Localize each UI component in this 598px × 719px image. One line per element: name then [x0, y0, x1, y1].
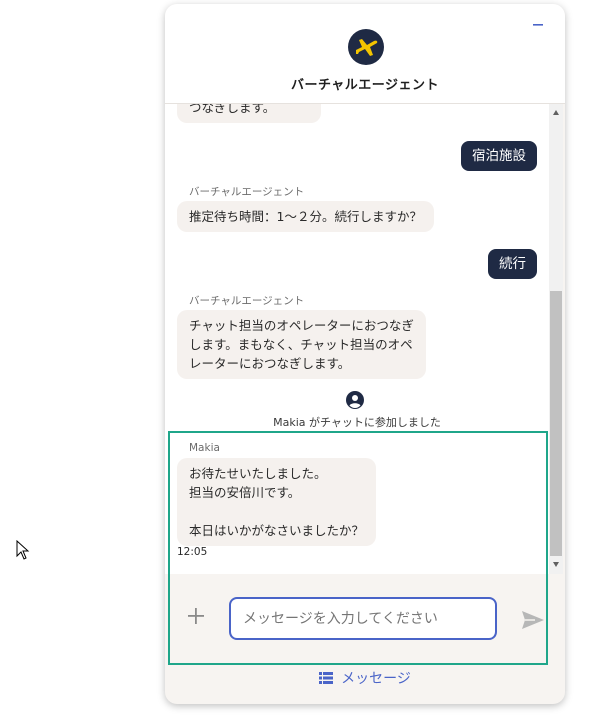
message-text: 推定待ち時間：1～２分。続行しますか？ [189, 209, 422, 224]
plus-icon[interactable] [187, 607, 205, 625]
message-sender: バーチャルエージェント [189, 186, 305, 198]
message-text: 宿泊施設 [472, 148, 526, 164]
message-input[interactable] [229, 597, 497, 640]
agent-message: お待たせいたしました。 担当の安倍川です。 本日はいかがなさいましたか？ [177, 458, 377, 546]
message-line [189, 502, 364, 521]
chat-transcript[interactable]: つなぎします。 宿泊施設 バーチャルエージェント 推定待ち時間：1～２分。続行し… [165, 104, 549, 574]
transcript-scrollbar[interactable] [549, 104, 563, 574]
message-sender: Makia [189, 442, 220, 454]
message-line: お待たせいたしました。 [189, 466, 327, 481]
messages-footer-button[interactable]: メッセージ [165, 664, 565, 694]
scrollbar-thumb[interactable] [550, 291, 562, 556]
scroll-down-icon[interactable] [553, 562, 559, 567]
airplane-logo-icon [348, 29, 384, 65]
message-line: チャット担当のオペレーターにおつなぎ [189, 318, 414, 333]
chat-header: バーチャルエージェント [165, 4, 565, 104]
user-message: 宿泊施設 [461, 141, 537, 171]
send-icon[interactable] [521, 610, 545, 630]
scroll-up-icon[interactable] [553, 110, 559, 115]
list-icon [319, 672, 334, 684]
message-line: します。まもなく、チャット担当のオペ [189, 337, 413, 352]
mouse-cursor-icon [16, 540, 30, 560]
message-text: つなぎします。 [189, 104, 276, 115]
message-composer [165, 574, 565, 660]
message-line: 本日はいかがなさいましたか？ [189, 523, 365, 538]
message-text: 続行 [499, 256, 526, 272]
footer-label: メッセージ [341, 671, 411, 687]
agent-message: 推定待ち時間：1～２分。続行しますか？ [177, 201, 434, 232]
message-line: 担当の安倍川です。 [189, 485, 301, 500]
message-line: レーターにおつなぎします。 [189, 356, 351, 371]
agent-message: つなぎします。 [177, 104, 321, 123]
message-timestamp: 12:05 [177, 546, 208, 558]
user-message: 続行 [488, 249, 537, 279]
minimize-icon[interactable] [531, 18, 545, 32]
user-avatar-icon [346, 391, 364, 409]
chat-title: バーチャルエージェント [290, 78, 440, 93]
agent-message: チャット担当のオペレーターにおつなぎ します。まもなく、チャット担当のオペ レー… [177, 310, 426, 379]
chat-widget: バーチャルエージェント つなぎします。 宿泊施設 バーチャルエージェント 推定待… [165, 4, 565, 704]
message-sender: バーチャルエージェント [189, 295, 305, 307]
system-message: Makia がチャットに参加しました [273, 416, 441, 429]
